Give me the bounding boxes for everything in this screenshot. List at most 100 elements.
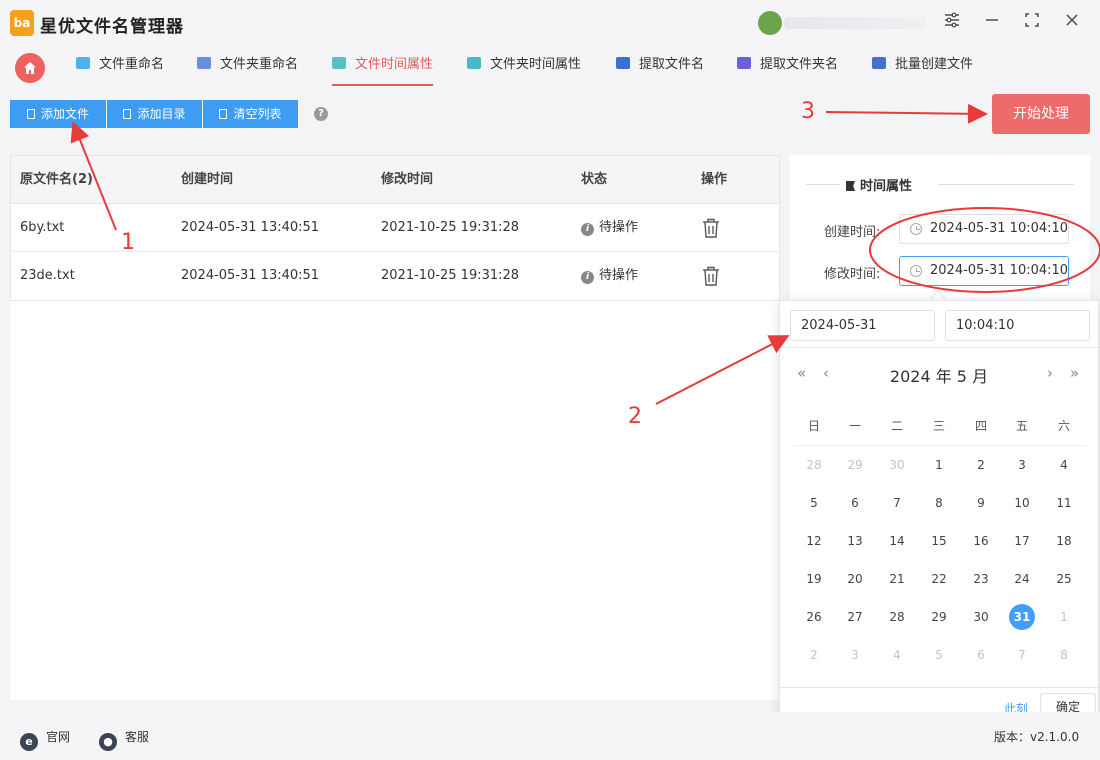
tab-folder-rename[interactable]: 文件夹重命名: [197, 46, 298, 86]
title-bar: ba 星优文件名管理器: [0, 0, 1100, 46]
calendar-day[interactable]: 9: [968, 490, 994, 516]
file-time-icon: [332, 57, 346, 69]
close-icon[interactable]: [1060, 12, 1084, 34]
next-year-icon[interactable]: »: [1070, 364, 1079, 382]
created-time-input[interactable]: 2024-05-31 10:04:10: [899, 214, 1069, 244]
extract-filename-icon: [616, 57, 630, 69]
divider: [806, 184, 840, 185]
calendar-day[interactable]: 5: [801, 490, 827, 516]
tab-folder-time-attr[interactable]: 文件夹时间属性: [467, 46, 581, 86]
calendar-day[interactable]: 23: [968, 566, 994, 592]
calendar-day[interactable]: 14: [884, 528, 910, 554]
annotation-number-3: 3: [801, 99, 815, 124]
calendar-day[interactable]: 20: [842, 566, 868, 592]
calendar-day[interactable]: 16: [968, 528, 994, 554]
calendar-day[interactable]: 18: [1051, 528, 1077, 554]
calendar-day[interactable]: 6: [842, 490, 868, 516]
date-time-picker: 2024-05-31 10:04:10 2024 年 5 月 « ‹ › » 此…: [779, 300, 1099, 728]
calendar-day[interactable]: 17: [1009, 528, 1035, 554]
calendar-day[interactable]: 8: [1051, 642, 1077, 668]
prev-year-icon[interactable]: «: [797, 364, 806, 382]
folder-rename-icon: [197, 57, 211, 69]
calendar-day[interactable]: 24: [1009, 566, 1035, 592]
calendar-day[interactable]: 10: [1009, 490, 1035, 516]
divider: [795, 445, 1085, 446]
tab-file-rename[interactable]: 文件重命名: [76, 46, 164, 86]
settings-icon[interactable]: [940, 12, 964, 34]
col-status: 状态: [581, 172, 608, 187]
tab-file-time-attr[interactable]: 文件时间属性: [332, 46, 434, 86]
browser-icon: e: [20, 733, 38, 751]
file-name: 6by.txt: [20, 220, 65, 235]
calendar-day[interactable]: 26: [801, 604, 827, 630]
calendar-day[interactable]: 30: [968, 604, 994, 630]
calendar-day[interactable]: 28: [801, 452, 827, 478]
clear-list-button[interactable]: 清空列表: [203, 100, 298, 128]
calendar-day[interactable]: 28: [884, 604, 910, 630]
props-title: 时间属性: [846, 175, 912, 194]
add-dir-button[interactable]: 添加目录: [107, 100, 202, 128]
folder-icon: [123, 109, 132, 119]
prev-month-icon[interactable]: ‹: [823, 364, 829, 382]
selected-day[interactable]: 31: [1009, 604, 1035, 630]
status-cell: i 待操作: [581, 204, 638, 252]
tab-extract-foldername[interactable]: 提取文件夹名: [737, 46, 838, 86]
calendar-day[interactable]: 3: [842, 642, 868, 668]
calendar-day[interactable]: 22: [926, 566, 952, 592]
calendar-day[interactable]: 1: [926, 452, 952, 478]
website-link[interactable]: e 官网: [20, 728, 70, 751]
calendar-day[interactable]: 29: [842, 452, 868, 478]
app-title: 星优文件名管理器: [40, 17, 184, 37]
col-modified: 修改时间: [381, 172, 434, 187]
maximize-icon[interactable]: [1020, 12, 1044, 34]
calendar-day[interactable]: 7: [884, 490, 910, 516]
file-name: 23de.txt: [20, 268, 75, 283]
calendar-day[interactable]: 7: [1009, 642, 1035, 668]
picker-time-input[interactable]: 10:04:10: [945, 310, 1090, 341]
calendar-day[interactable]: 27: [842, 604, 868, 630]
calendar-day[interactable]: 30: [884, 452, 910, 478]
calendar-day[interactable]: 4: [1051, 452, 1077, 478]
calendar-day[interactable]: 3: [1009, 452, 1035, 478]
col-filename: 原文件名(2): [20, 172, 93, 187]
user-avatar[interactable]: [758, 11, 782, 35]
delete-icon[interactable]: [702, 218, 720, 238]
modified-time-input[interactable]: 2024-05-31 10:04:10: [899, 256, 1069, 286]
weekday-label: 四: [974, 419, 987, 433]
calendar-day[interactable]: 1: [1051, 604, 1077, 630]
table-row[interactable]: 23de.txt 2024-05-31 13:40:51 2021-10-25 …: [11, 252, 779, 300]
chat-icon: ●: [99, 733, 117, 751]
divider: [938, 184, 1074, 185]
calendar-day[interactable]: 5: [926, 642, 952, 668]
calendar-day[interactable]: 13: [842, 528, 868, 554]
next-month-icon[interactable]: ›: [1047, 364, 1053, 382]
divider: [780, 687, 1098, 688]
folder-time-icon: [467, 57, 481, 69]
calendar-day[interactable]: 15: [926, 528, 952, 554]
help-icon[interactable]: ?: [314, 107, 328, 121]
calendar-day[interactable]: 4: [884, 642, 910, 668]
calendar-day[interactable]: 12: [801, 528, 827, 554]
calendar-day[interactable]: 21: [884, 566, 910, 592]
delete-icon[interactable]: [702, 266, 720, 286]
calendar-day[interactable]: 25: [1051, 566, 1077, 592]
calendar-day[interactable]: 2: [801, 642, 827, 668]
calendar-day[interactable]: 29: [926, 604, 952, 630]
calendar-day[interactable]: 2: [968, 452, 994, 478]
home-button[interactable]: [15, 53, 45, 83]
tab-extract-filename[interactable]: 提取文件名: [616, 46, 704, 86]
picker-date-input[interactable]: 2024-05-31: [790, 310, 935, 341]
minimize-icon[interactable]: [980, 12, 1004, 34]
support-link[interactable]: ● 客服: [99, 728, 149, 751]
calendar-day[interactable]: 6: [968, 642, 994, 668]
clock-icon: [910, 223, 922, 235]
add-file-button[interactable]: 添加文件: [10, 100, 106, 128]
start-process-button[interactable]: 开始处理: [992, 94, 1090, 134]
tab-batch-create[interactable]: 批量创建文件: [872, 46, 973, 86]
modified-time: 2021-10-25 19:31:28: [381, 220, 520, 235]
calendar-day[interactable]: 19: [801, 566, 827, 592]
calendar-day[interactable]: 8: [926, 490, 952, 516]
flag-icon: [846, 181, 855, 191]
extract-foldername-icon: [737, 57, 751, 69]
calendar-day[interactable]: 11: [1051, 490, 1077, 516]
